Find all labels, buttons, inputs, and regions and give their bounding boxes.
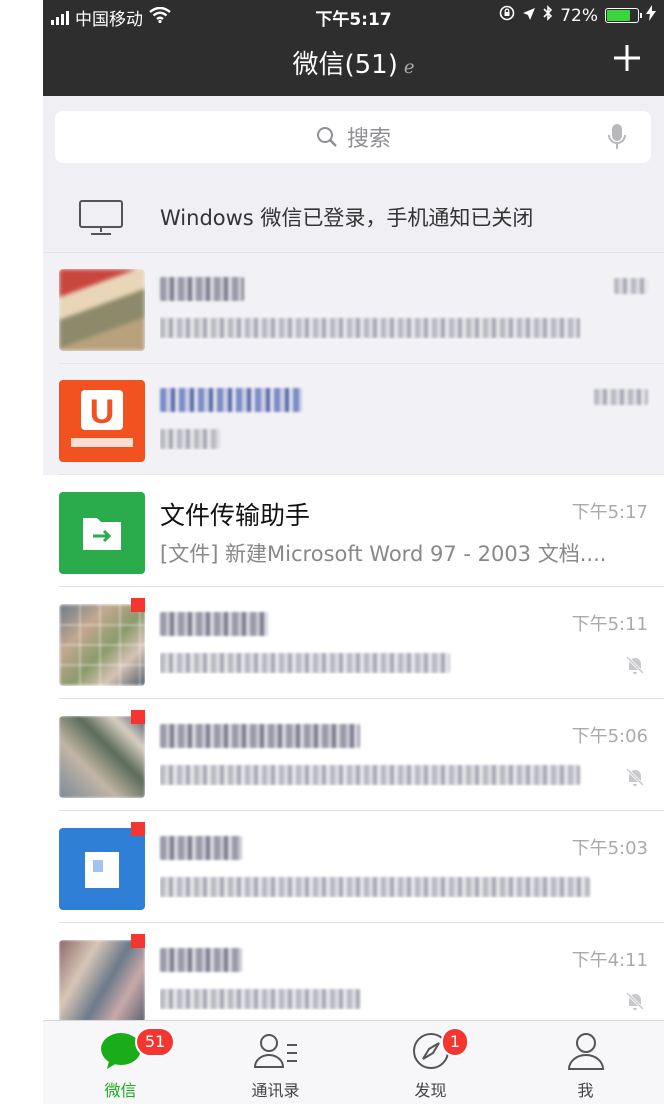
unread-dot [131, 598, 145, 612]
chat-avatar [59, 828, 145, 910]
search-placeholder: 搜索 [346, 127, 391, 152]
chat-avatar [59, 269, 145, 351]
search-area: 搜索 [43, 96, 664, 180]
chat-preview [160, 650, 630, 674]
status-bar: 中国移动 下午5:17 72% [43, 0, 664, 30]
chat-name [160, 608, 268, 637]
page-title: 微信(51) ℯ [43, 44, 664, 81]
chat-time: 下午5:06 [571, 726, 648, 747]
tab-label: 通讯录 [251, 1081, 300, 1100]
tab-label: 微信 [104, 1081, 137, 1100]
notice-text: Windows 微信已登录，手机通知已关闭 [160, 206, 534, 230]
charging-icon [646, 5, 656, 26]
chat-name [160, 273, 244, 302]
chat-time: 下午5:17 [571, 502, 648, 523]
chat-preview [160, 762, 630, 786]
file-transfer-icon [83, 518, 121, 550]
unread-dot [131, 710, 145, 724]
tab-contacts[interactable]: 通讯录 [198, 1021, 353, 1104]
battery-level [607, 10, 631, 21]
chat-name [160, 944, 242, 973]
chat-name [160, 832, 242, 861]
add-button[interactable] [612, 34, 642, 84]
chat-preview [160, 426, 630, 450]
chat-preview: [文件] 新建Microsoft Word 97 - 2003 文档.... [160, 542, 607, 566]
chat-name [160, 384, 302, 413]
file-transfer-avatar [59, 492, 145, 574]
search-input[interactable]: 搜索 [55, 111, 651, 163]
chat-row[interactable]: U [43, 364, 664, 475]
battery-icon [605, 8, 642, 23]
chat-avatar: U [59, 380, 145, 462]
profile-icon [567, 1033, 604, 1070]
chat-row[interactable]: 下午5:03 [43, 812, 664, 923]
plus-icon [614, 45, 640, 71]
chat-time [594, 386, 648, 407]
chat-time [614, 275, 648, 296]
chat-preview [160, 986, 630, 1010]
mute-bell-icon [625, 655, 645, 675]
chat-avatar [59, 604, 145, 686]
battery-percent: 72% [560, 5, 598, 26]
chat-name [160, 720, 360, 749]
chat-time: 下午5:11 [571, 614, 648, 635]
contacts-icon [253, 1034, 297, 1068]
chat-preview [160, 315, 630, 339]
discover-badge: 1 [441, 1027, 469, 1057]
search-icon [316, 127, 337, 147]
chat-row[interactable]: 下午5:11 [43, 588, 664, 699]
unread-dot [131, 822, 145, 836]
chat-row[interactable] [43, 253, 664, 364]
mute-bell-icon [625, 991, 645, 1011]
chat-row-file-transfer[interactable]: 文件传输助手 [文件] 新建Microsoft Word 97 - 2003 文… [43, 476, 664, 587]
unread-badge: 51 [135, 1027, 175, 1057]
ear-icon: ℯ [403, 57, 415, 78]
microphone-icon[interactable] [607, 123, 627, 151]
chat-name: 文件传输助手 [160, 501, 311, 530]
unread-dot [131, 934, 145, 948]
tab-label: 我 [577, 1081, 594, 1100]
chat-time: 下午5:03 [571, 838, 648, 859]
desktop-login-notice[interactable]: Windows 微信已登录，手机通知已关闭 [43, 180, 664, 253]
tab-me[interactable]: 我 [508, 1021, 663, 1104]
tab-chats[interactable]: 51 微信 [43, 1021, 198, 1104]
mute-bell-icon [625, 767, 645, 787]
location-icon [522, 6, 536, 26]
chat-avatar [59, 940, 145, 1022]
tab-label: 发现 [414, 1081, 447, 1100]
chat-time: 下午4:11 [571, 950, 648, 971]
blue-square-icon [85, 852, 119, 888]
orange-u-logo-icon: U [71, 390, 133, 447]
chat-row[interactable]: 下午4:11 [43, 924, 664, 1035]
monitor-icon [79, 200, 123, 235]
svg-text:U: U [90, 393, 115, 431]
tab-discover[interactable]: 1 发现 [353, 1021, 508, 1104]
chat-preview [160, 874, 630, 898]
wechat-screen: 中国移动 下午5:17 72% 微信(51) ℯ 搜索 Windows 微信已登… [43, 0, 664, 1104]
title-text: 微信(51) [292, 50, 398, 80]
rotation-lock-icon [499, 5, 515, 26]
top-bar: 中国移动 下午5:17 72% 微信(51) ℯ [43, 0, 664, 96]
chat-row[interactable]: 下午5:06 [43, 700, 664, 811]
bluetooth-icon [543, 5, 553, 26]
bottom-tab-bar: 51 微信 通讯录 1 发现 我 [43, 1020, 664, 1104]
chat-avatar [59, 716, 145, 798]
